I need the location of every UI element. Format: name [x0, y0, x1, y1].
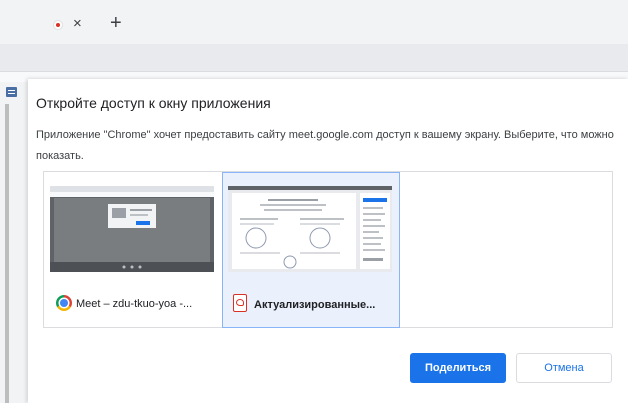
- tab-strip: × +: [0, 0, 628, 44]
- dialog-title: Откройте доступ к окну приложения: [36, 95, 271, 111]
- source-item-pdf[interactable]: Актуализированные...: [222, 172, 400, 328]
- gutter-strip: [5, 104, 9, 403]
- close-tab-icon[interactable]: ×: [73, 14, 82, 34]
- recording-indicator-icon: [53, 20, 63, 30]
- source-label-pdf: Актуализированные...: [254, 299, 376, 311]
- share-screen-dialog: Откройте доступ к окну приложения Прилож…: [28, 79, 628, 403]
- new-tab-button[interactable]: +: [110, 12, 122, 34]
- cancel-button[interactable]: Отмена: [516, 353, 612, 383]
- source-label-meet: Meet – zdu-tkuo-yoa -...: [76, 298, 193, 310]
- left-gutter: [0, 82, 27, 403]
- browser-toolbar: [0, 44, 628, 72]
- chrome-icon: [56, 295, 72, 311]
- dialog-description: Приложение "Chrome" хочет предоставить с…: [36, 129, 614, 162]
- pdf-icon: [233, 294, 247, 312]
- source-item-meet[interactable]: Meet – zdu-tkuo-yoa -...: [44, 172, 222, 328]
- source-list: Meet – zdu-tkuo-yoa -... Актуализированн…: [43, 171, 613, 328]
- app-window-icon: [6, 87, 17, 97]
- window-thumbnail: [50, 186, 214, 272]
- share-button[interactable]: Поделиться: [410, 353, 506, 383]
- window-thumbnail: [228, 186, 392, 272]
